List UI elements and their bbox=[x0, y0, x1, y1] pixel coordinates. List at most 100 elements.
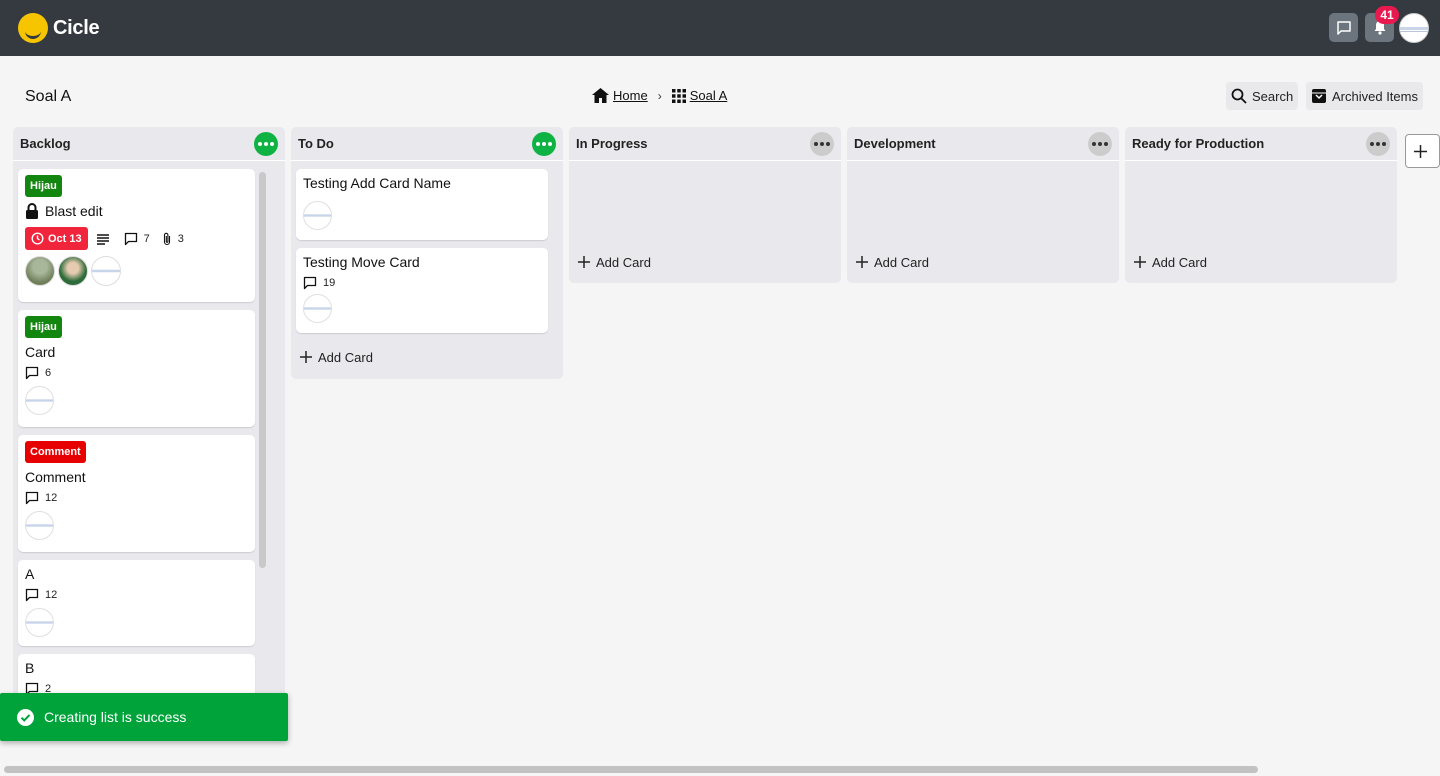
board-title: Soal A bbox=[25, 88, 72, 105]
comment-count: 19 bbox=[323, 277, 336, 289]
user-avatar[interactable] bbox=[1399, 13, 1429, 43]
search-icon bbox=[1231, 88, 1247, 104]
lock-icon bbox=[26, 203, 38, 219]
archive-icon bbox=[1312, 89, 1326, 103]
app-name: Cicle bbox=[53, 16, 100, 39]
add-card-button[interactable]: Add Card bbox=[291, 342, 382, 372]
card-a[interactable]: A 12 bbox=[18, 560, 255, 646]
breadcrumb-board-link[interactable]: Soal A bbox=[671, 88, 728, 103]
card-meta: 19 bbox=[303, 276, 541, 290]
list-in-progress: In Progress Add Card bbox=[569, 127, 841, 283]
archived-items-button[interactable]: Archived Items bbox=[1306, 82, 1423, 110]
list-title: Development bbox=[854, 136, 936, 151]
card-title-row: Blast edit bbox=[25, 203, 248, 219]
success-toast[interactable]: Creating list is success bbox=[0, 693, 288, 741]
search-button[interactable]: Search bbox=[1226, 82, 1299, 110]
home-icon bbox=[592, 88, 609, 103]
app-logo[interactable]: Cicle bbox=[18, 13, 100, 43]
search-button-label: Search bbox=[1252, 88, 1294, 104]
description-icon bbox=[96, 233, 109, 245]
comment-icon bbox=[25, 491, 39, 505]
top-navbar: Cicle 41 bbox=[0, 0, 1440, 56]
plus-icon bbox=[1134, 256, 1146, 268]
breadcrumb-separator: › bbox=[657, 88, 662, 103]
member-avatar[interactable] bbox=[25, 511, 54, 540]
card-members bbox=[25, 256, 248, 286]
comment-count: 7 bbox=[143, 232, 150, 245]
list-menu-button[interactable] bbox=[1088, 131, 1112, 156]
add-list-button[interactable] bbox=[1405, 134, 1440, 168]
clock-icon bbox=[31, 232, 44, 245]
due-date-badge[interactable]: Oct 13 bbox=[25, 227, 88, 250]
card-title: Testing Move Card bbox=[303, 254, 420, 270]
member-avatar[interactable] bbox=[303, 201, 332, 230]
breadcrumb: Home › Soal A bbox=[592, 88, 727, 103]
card-label-tag: Hijau bbox=[25, 316, 62, 338]
plus-icon bbox=[856, 256, 868, 268]
card-b[interactable]: B 2 bbox=[18, 654, 255, 697]
cicle-logo-icon bbox=[18, 13, 48, 43]
list-title: To Do bbox=[298, 136, 334, 151]
breadcrumb-home-link[interactable]: Home bbox=[592, 88, 648, 103]
member-avatar[interactable] bbox=[58, 256, 88, 286]
card-label-tag: Hijau bbox=[25, 175, 62, 197]
archived-items-label: Archived Items bbox=[1332, 88, 1418, 104]
add-card-button[interactable]: Add Card bbox=[847, 247, 938, 277]
comment-icon bbox=[25, 588, 39, 602]
card-testing-move-card[interactable]: Testing Move Card 19 bbox=[296, 248, 548, 333]
list-menu-button[interactable] bbox=[532, 131, 556, 156]
list-title: Ready for Production bbox=[1132, 136, 1265, 151]
list-ready-for-production: Ready for Production Add Card bbox=[1125, 127, 1397, 283]
avatar-placeholder-icon bbox=[1400, 27, 1428, 32]
card-title: Comment bbox=[25, 469, 86, 485]
list-header: Backlog bbox=[13, 127, 285, 161]
comment-count: 12 bbox=[45, 492, 58, 504]
breadcrumb-home-label: Home bbox=[613, 88, 648, 103]
breadcrumb-board-label: Soal A bbox=[689, 88, 728, 103]
horizontal-scrollbar-thumb[interactable] bbox=[4, 766, 1258, 773]
add-card-label: Add Card bbox=[596, 254, 651, 270]
plus-icon bbox=[1414, 144, 1427, 158]
grid-icon bbox=[671, 88, 686, 103]
paperclip-icon bbox=[163, 232, 170, 245]
attachment-count: 3 bbox=[177, 232, 184, 245]
list-header: In Progress bbox=[569, 127, 841, 161]
check-circle-icon bbox=[17, 708, 34, 726]
card-meta: Oct 13 7 3 bbox=[25, 227, 248, 250]
list-title: In Progress bbox=[576, 136, 648, 151]
add-card-button[interactable]: Add Card bbox=[569, 247, 660, 277]
add-card-label: Add Card bbox=[318, 349, 373, 365]
card-meta: 12 bbox=[25, 491, 248, 505]
card-comment[interactable]: Comment Comment 12 bbox=[18, 435, 255, 552]
list-menu-button[interactable] bbox=[1366, 131, 1390, 156]
due-date-label: Oct 13 bbox=[48, 232, 82, 245]
card-title: Testing Add Card Name bbox=[303, 175, 451, 191]
backlog-scrollbar[interactable] bbox=[259, 172, 266, 568]
comment-count: 6 bbox=[45, 367, 52, 379]
card-title: B bbox=[25, 660, 35, 676]
plus-icon bbox=[300, 351, 312, 363]
member-avatar[interactable] bbox=[25, 386, 54, 415]
list-backlog: Backlog Hijau Blast edit Oct 13 7 3 Hija… bbox=[13, 127, 285, 697]
list-header: Development bbox=[847, 127, 1119, 161]
comment-icon bbox=[303, 276, 317, 290]
card-testing-add-card-name[interactable]: Testing Add Card Name bbox=[296, 169, 548, 240]
list-development: Development Add Card bbox=[847, 127, 1119, 283]
member-avatar[interactable] bbox=[25, 608, 54, 637]
add-card-button[interactable]: Add Card bbox=[1125, 247, 1216, 277]
member-avatar[interactable] bbox=[25, 256, 55, 286]
list-header: Ready for Production bbox=[1125, 127, 1397, 161]
member-avatar[interactable] bbox=[91, 256, 121, 286]
list-menu-button[interactable] bbox=[810, 131, 834, 156]
member-avatar[interactable] bbox=[303, 294, 332, 323]
card-meta: 6 bbox=[25, 366, 248, 380]
card-title: A bbox=[25, 566, 35, 582]
chat-button[interactable] bbox=[1329, 13, 1358, 42]
chat-icon bbox=[1336, 20, 1351, 35]
card-blast-edit[interactable]: Hijau Blast edit Oct 13 7 3 bbox=[18, 169, 255, 302]
add-card-label: Add Card bbox=[874, 254, 929, 270]
card-card[interactable]: Hijau Card 6 bbox=[18, 310, 255, 427]
add-card-label: Add Card bbox=[1152, 254, 1207, 270]
list-menu-button[interactable] bbox=[254, 131, 278, 156]
notification-count-badge: 41 bbox=[1375, 6, 1399, 24]
